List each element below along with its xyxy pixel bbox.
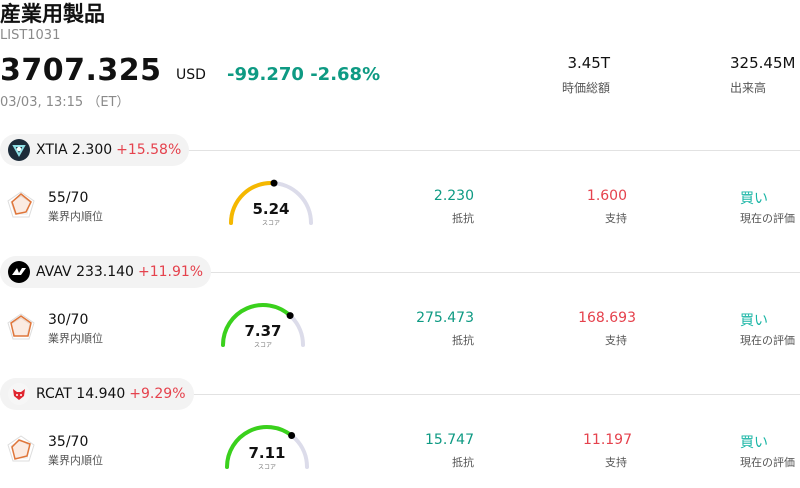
index-change: -99.270 -2.68% [227, 64, 381, 85]
ticker-price: XTIA 2.300 [36, 142, 113, 158]
industry-rank: 30/70 [48, 312, 89, 328]
ticker-price: AVAV 233.140 [36, 264, 134, 280]
resistance-label: 抵抗 [452, 456, 474, 469]
rank-pentagon-icon [6, 312, 36, 346]
support-label: 支持 [605, 334, 627, 347]
industry-rank: 55/70 [48, 190, 89, 206]
support-value: 11.197 [583, 432, 632, 448]
score-value: 7.11 [248, 444, 286, 462]
gauge-marker [288, 431, 296, 439]
market-cap-value: 3.45T [567, 54, 610, 72]
industry-rank-label: 業界内順位 [48, 332, 103, 345]
industry-rank-label: 業界内順位 [48, 210, 103, 223]
resistance-value: 15.747 [425, 432, 474, 448]
support-value: 168.693 [578, 310, 636, 326]
currency-label: USD [176, 67, 206, 83]
index-price: 3707.325 [0, 53, 162, 88]
xtia-logo-icon [8, 139, 30, 161]
page-title: 産業用製品 [0, 2, 105, 26]
score-label: スコア [261, 220, 280, 227]
support-label: 支持 [605, 212, 627, 225]
timestamp: 03/03, 13:15 （ET） [0, 95, 130, 110]
gauge-marker [270, 179, 278, 187]
resistance-value: 2.230 [433, 188, 474, 204]
score-value: 7.37 [244, 322, 282, 340]
score-label: スコア [257, 464, 276, 471]
resistance-label: 抵抗 [452, 334, 474, 347]
industry-rank: 35/70 [48, 434, 89, 450]
rating-value[interactable]: 買い [740, 432, 768, 452]
rank-pentagon-icon [6, 190, 36, 224]
ticker-change: +11.91% [137, 264, 204, 280]
rating-value[interactable]: 買い [740, 310, 768, 330]
ticker-price: RCAT 14.940 [36, 386, 126, 402]
avav-logo-icon [8, 261, 30, 283]
market-cap-label: 時価総額 [561, 81, 610, 95]
industry-rank-label: 業界内順位 [48, 454, 103, 467]
gauge-marker [286, 312, 294, 320]
score-value: 5.24 [252, 200, 290, 218]
support-value: 1.600 [586, 188, 627, 204]
rank-pentagon-icon [6, 434, 36, 468]
rcat-logo-icon [8, 383, 30, 405]
volume-label: 出来高 [730, 81, 767, 95]
rating-label: 現在の評価 [740, 456, 795, 469]
support-label: 支持 [605, 456, 627, 469]
resistance-value: 275.473 [416, 310, 474, 326]
resistance-label: 抵抗 [452, 212, 474, 225]
ticker-change: +9.29% [129, 386, 186, 402]
ticker-pill[interactable]: RCAT 14.940 +9.29% [0, 378, 194, 410]
score-label: スコア [253, 342, 272, 349]
list-code: LIST1031 [0, 28, 61, 43]
rating-value[interactable]: 買い [740, 188, 768, 208]
volume-value: 325.45M [730, 54, 796, 72]
ticker-change: +15.58% [116, 142, 182, 158]
ticker-pill[interactable]: XTIA 2.300 +15.58% [0, 134, 190, 166]
ticker-pill[interactable]: AVAV 233.140 +11.91% [0, 256, 212, 288]
rating-label: 現在の評価 [740, 212, 795, 225]
rating-label: 現在の評価 [740, 334, 795, 347]
